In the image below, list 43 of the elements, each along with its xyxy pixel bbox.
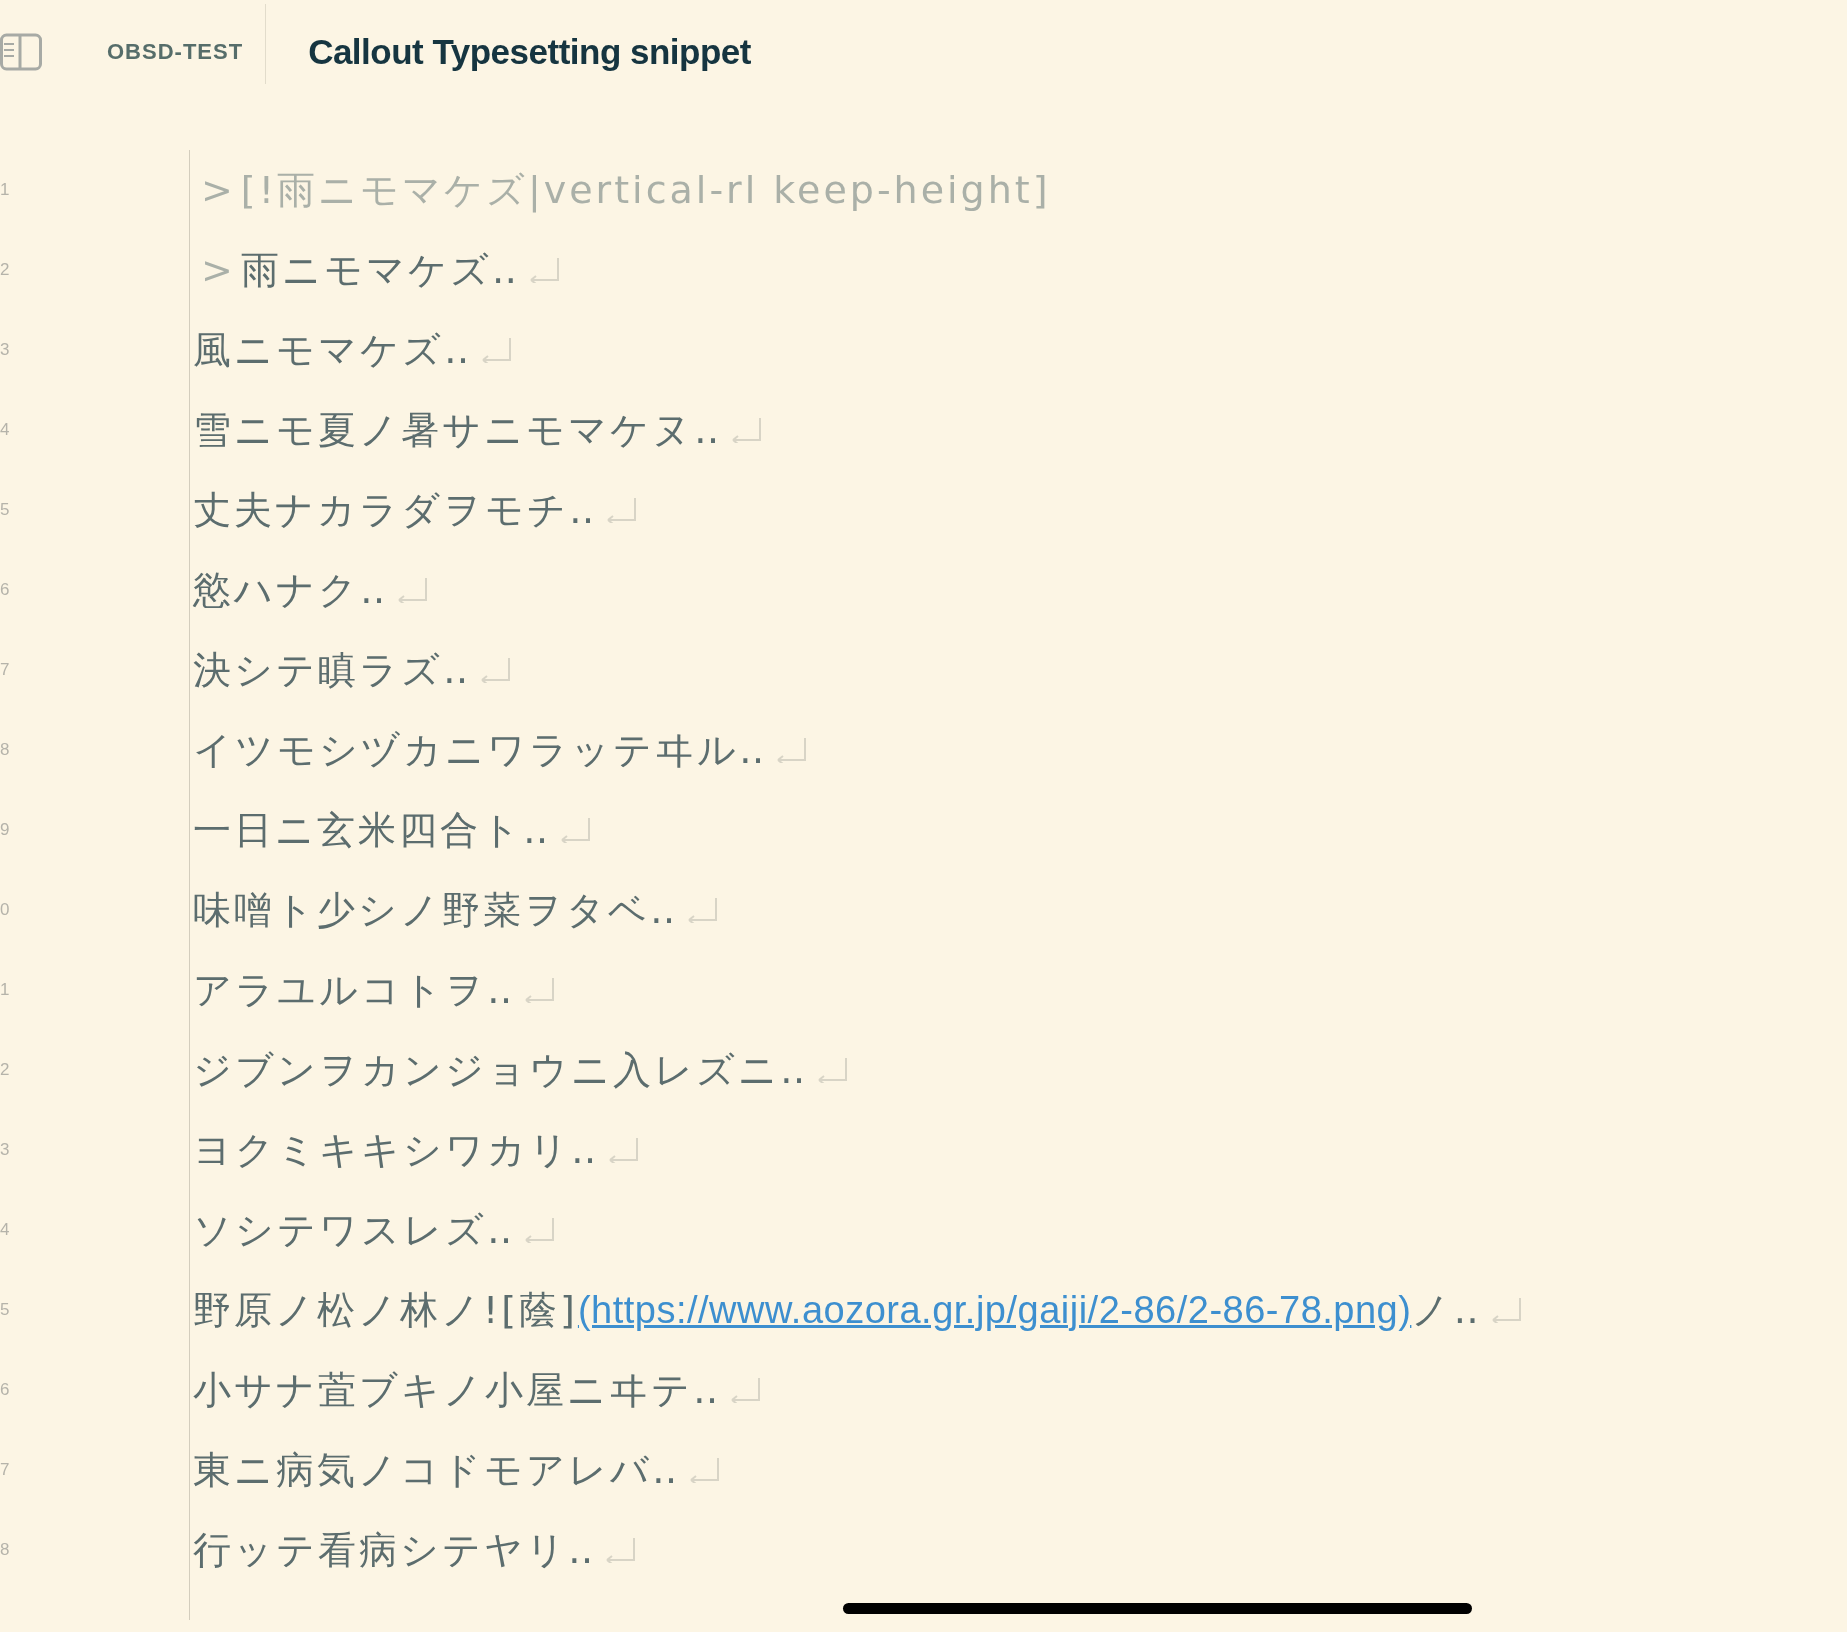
line-text: 決シテ瞋ラズ‥	[193, 646, 472, 694]
line-text: ソシテワスレズ‥	[193, 1206, 516, 1254]
line-text: 丈夫ナカラダヲモチ‥	[193, 486, 598, 534]
vault-name[interactable]: OBSD-TEST	[107, 39, 266, 65]
line-text: 風ニモマケズ‥	[193, 326, 473, 374]
line-text: 味噌ト少シノ野菜ヲタベ‥	[193, 886, 679, 934]
line-text: ノ‥	[1411, 1286, 1482, 1334]
url-link[interactable]: (https://www.aozora.gr.jp/gaiji/2-86/2-86-78.png)	[577, 1288, 1412, 1332]
line-text: 慾ハナク‥	[193, 566, 389, 614]
line-text: 東ニ病気ノコドモアレバ‥	[193, 1446, 681, 1494]
line-text: 一日ニ玄米四合ト‥	[193, 806, 552, 854]
line-text: ジブンヲカンジョウニ入レズニ‥	[193, 1046, 809, 1094]
line-text: 雨ニモマケズ‥	[240, 246, 521, 294]
line-number: 8	[0, 740, 11, 760]
line-number: 3	[0, 1140, 11, 1160]
line-number: 7	[0, 660, 11, 680]
line-number: 6	[0, 580, 11, 600]
line-number: 2	[0, 1060, 11, 1080]
line-number: 2	[0, 260, 11, 280]
line-text: 行ッテ看病シテヤリ‥	[193, 1526, 597, 1574]
line-text: アラユルコトヲ‥	[193, 966, 516, 1014]
quote-marker: >	[201, 248, 233, 292]
line-number: 4	[0, 1220, 11, 1240]
line-text: イツモシヅカニワラッテヰル‥	[193, 726, 768, 774]
callout-header-text: [!雨ニモマケズ|vertical-rl keep-height]	[240, 166, 1051, 215]
line-number: 1	[0, 980, 11, 1000]
line-number: 6	[0, 1380, 11, 1400]
line-text: 雪ニモ夏ノ暑サニモマケヌ‥	[193, 406, 723, 454]
line-number: 4	[0, 420, 11, 440]
line-number: 3	[0, 340, 11, 360]
line-number: 1	[0, 180, 11, 200]
line-number: 5	[0, 1300, 11, 1320]
line-number: 0	[0, 900, 11, 920]
line-number: 7	[0, 1460, 11, 1480]
line-number: 5	[0, 500, 11, 520]
sidebar-toggle-icon[interactable]	[0, 33, 42, 71]
line-number: 9	[0, 820, 11, 840]
line-text: ヨクミキキシワカリ‥	[193, 1126, 600, 1174]
note-title: Callout Typesetting snippet	[308, 32, 751, 72]
line-text: 野原ノ松ノ林ノ![蔭]	[193, 1286, 578, 1334]
quote-marker: >	[201, 168, 233, 212]
line-number: 8	[0, 1540, 11, 1560]
line-text: 小サナ萓ブキノ小屋ニヰテ‥	[193, 1366, 722, 1414]
